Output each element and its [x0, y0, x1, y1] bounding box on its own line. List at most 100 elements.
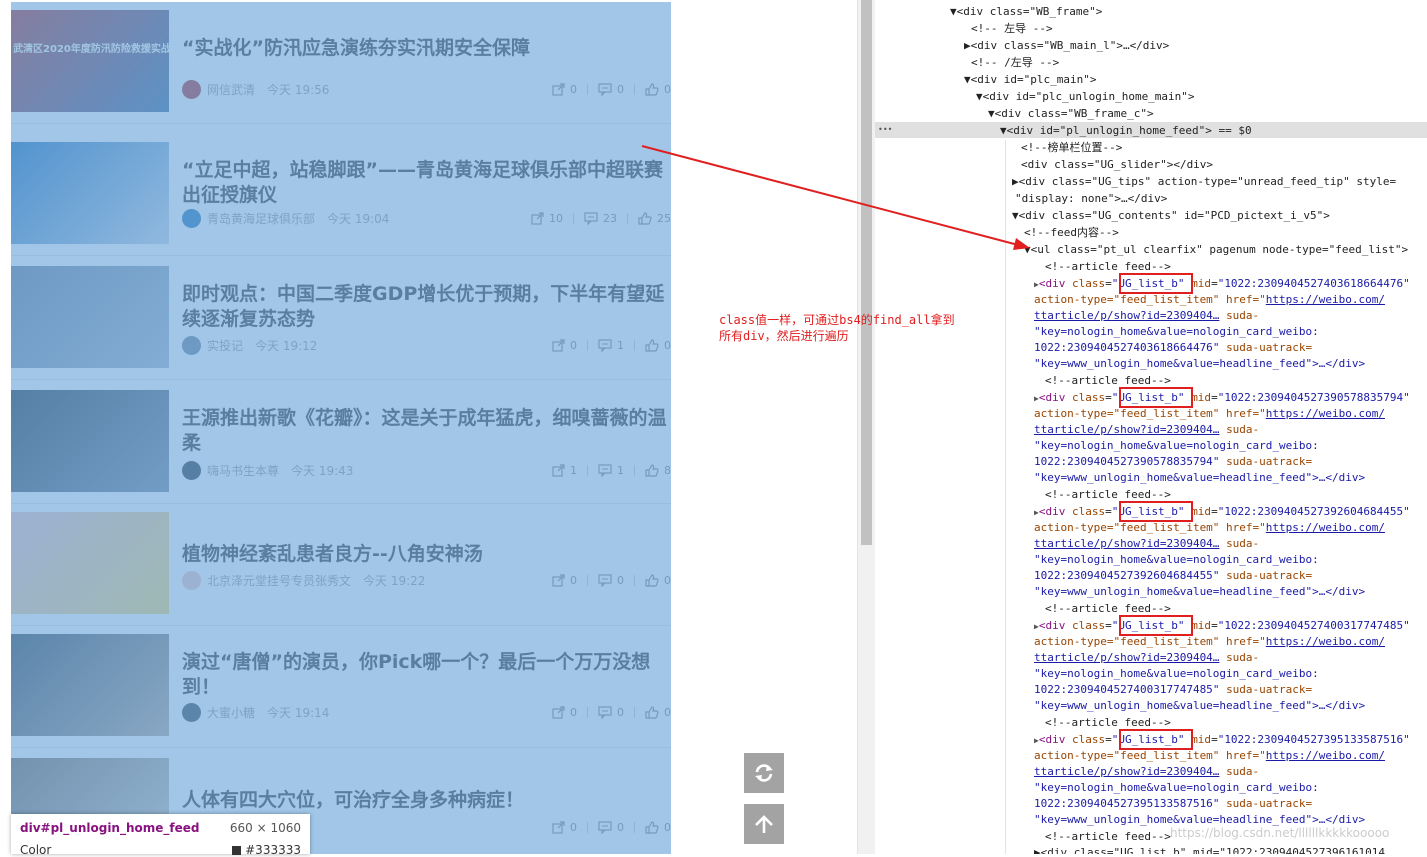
dom-line[interactable]: "key=www_unlogin_home&value=headline_fee… [1034, 584, 1365, 600]
feed-title[interactable]: 植物神经紊乱患者良方--八角安神汤 [182, 542, 668, 567]
dom-line[interactable]: action-type="feed_list_item" href="https… [1034, 520, 1385, 536]
href-link-continued[interactable]: ttarticle/p/show?id=2309404… [1034, 651, 1219, 664]
feed-item[interactable]: 王源推出新歌《花瓣》：这是关于成年猛虎，细嗅蔷薇的温柔 嗨马书生本尊 今天 19… [11, 382, 671, 504]
refresh-button[interactable] [744, 753, 784, 793]
feed-source[interactable]: 嗨马书生本尊 [207, 462, 279, 479]
dom-line[interactable]: ttarticle/p/show?id=2309404… suda- [1034, 422, 1259, 438]
back-to-top-button[interactable] [744, 804, 784, 844]
avatar[interactable] [182, 460, 201, 480]
dom-line[interactable]: <!--feed内容--> [1024, 225, 1119, 241]
dom-line[interactable]: "key=www_unlogin_home&value=headline_fee… [1034, 470, 1365, 486]
comment-button[interactable]: 23 [584, 212, 617, 225]
dom-line[interactable]: ttarticle/p/show?id=2309404… suda- [1034, 536, 1259, 552]
feed-title[interactable]: 即时观点：中国二季度GDP增长优于预期，下半年有望延续逐渐复苏态势 [182, 282, 668, 332]
href-link[interactable]: https://weibo.com/ [1266, 407, 1385, 420]
dom-line[interactable]: <!-- /左导 --> [971, 55, 1059, 71]
dom-line[interactable]: ▼<div class="WB_frame"> [950, 4, 1102, 20]
like-button[interactable]: 0 [645, 574, 671, 587]
dom-line[interactable]: ▼<ul class="pt_ul clearfix" pagenum node… [1024, 242, 1408, 258]
dom-line[interactable]: "key=nologin_home&value=nologin_card_wei… [1034, 438, 1319, 454]
dom-line[interactable]: "key=www_unlogin_home&value=headline_fee… [1034, 356, 1365, 372]
feed-title[interactable]: 王源推出新歌《花瓣》：这是关于成年猛虎，细嗅蔷薇的温柔 [182, 406, 668, 456]
feed-thumbnail[interactable] [11, 10, 169, 112]
dom-line[interactable]: "key=www_unlogin_home&value=headline_fee… [1034, 698, 1365, 714]
share-button[interactable]: 0 [552, 706, 577, 719]
feed-source[interactable]: 大蜜小糖 [207, 704, 255, 721]
dom-line[interactable]: 1022:2309404527403618664476" suda-uatrac… [1034, 340, 1312, 356]
share-button[interactable]: 10 [531, 212, 563, 225]
dom-line[interactable]: ▼<div id="pl_unlogin_home_feed"> == $0 [1000, 123, 1252, 139]
dom-line[interactable]: ▼<div id="plc_unlogin_home_main"> [976, 89, 1195, 105]
feed-source[interactable]: 青岛黄海足球俱乐部 [207, 210, 315, 227]
like-button[interactable]: 0 [645, 83, 671, 96]
like-button[interactable]: 0 [645, 706, 671, 719]
dom-line[interactable]: "key=nologin_home&value=nologin_card_wei… [1034, 780, 1319, 796]
like-button[interactable]: 0 [645, 339, 671, 352]
feed-item[interactable]: 即时观点：中国二季度GDP增长优于预期，下半年有望延续逐渐复苏态势 实投记 今天… [11, 258, 671, 380]
scrollbar-thumb[interactable] [861, 0, 872, 545]
like-button[interactable]: 0 [645, 821, 671, 834]
dom-line[interactable]: ttarticle/p/show?id=2309404… suda- [1034, 764, 1259, 780]
href-link-continued[interactable]: ttarticle/p/show?id=2309404… [1034, 423, 1219, 436]
dom-line[interactable]: "display: none">…</div> [1015, 191, 1167, 207]
href-link-continued[interactable]: ttarticle/p/show?id=2309404… [1034, 309, 1219, 322]
feed-thumbnail[interactable] [11, 142, 169, 244]
dom-line[interactable]: action-type="feed_list_item" href="https… [1034, 406, 1385, 422]
page-scrollbar[interactable] [857, 0, 875, 854]
href-link[interactable]: https://weibo.com/ [1266, 635, 1385, 648]
share-button[interactable]: 0 [552, 821, 577, 834]
dom-line[interactable]: ▶<div class="UG_list_b" mid="1022:230940… [1034, 276, 1410, 292]
share-button[interactable]: 0 [552, 83, 577, 96]
comment-button[interactable]: 0 [598, 706, 624, 719]
feed-title[interactable]: “立足中超，站稳脚跟”——青岛黄海足球俱乐部中超联赛出征授旗仪 [182, 158, 668, 208]
dom-line[interactable]: 1022:2309404527400317747485" suda-uatrac… [1034, 682, 1312, 698]
dom-line[interactable]: <div class="UG_slider"></div> [1021, 157, 1213, 173]
dom-line[interactable]: <!--榜单栏位置--> [1021, 140, 1122, 156]
feed-source[interactable]: 实投记 [207, 337, 243, 354]
share-button[interactable]: 0 [552, 574, 577, 587]
avatar[interactable] [182, 570, 201, 590]
dom-comment[interactable]: <!--article feed--> [1045, 829, 1171, 845]
dom-line[interactable]: "key=nologin_home&value=nologin_card_wei… [1034, 552, 1319, 568]
href-link[interactable]: https://weibo.com/ [1266, 521, 1385, 534]
dom-line[interactable]: 1022:2309404527392604684455" suda-uatrac… [1034, 568, 1312, 584]
share-button[interactable]: 1 [552, 464, 577, 477]
dom-line[interactable]: ▼<div class="UG_contents" id="PCD_pictex… [1012, 208, 1330, 224]
dom-line[interactable]: ttarticle/p/show?id=2309404… suda- [1034, 308, 1259, 324]
feed-item[interactable]: “立足中超，站稳脚跟”——青岛黄海足球俱乐部中超联赛出征授旗仪 青岛黄海足球俱乐… [11, 134, 671, 256]
feed-title[interactable]: “实战化”防汛应急演练夯实汛期安全保障 [182, 36, 668, 61]
avatar[interactable] [182, 702, 201, 722]
href-link-continued[interactable]: ttarticle/p/show?id=2309404… [1034, 765, 1219, 778]
dom-line[interactable]: ▼<div class="WB_frame_c"> [988, 106, 1154, 122]
dom-line[interactable]: ▶<div class="UG_list_b" mid="1022:230940… [1034, 618, 1410, 634]
href-link-continued[interactable]: ttarticle/p/show?id=2309404… [1034, 537, 1219, 550]
dom-line[interactable]: ▶<div class="UG_list_b" mid="1022:230940… [1034, 845, 1385, 854]
dom-line[interactable]: ▶<div class="UG_list_b" mid="1022:230940… [1034, 504, 1410, 520]
feed-thumbnail[interactable] [11, 390, 169, 492]
feed-thumbnail[interactable] [11, 266, 169, 368]
avatar[interactable] [182, 335, 201, 355]
feed-thumbnail[interactable] [11, 634, 169, 736]
dom-line[interactable]: ▼<div id="plc_main"> [964, 72, 1096, 88]
feed-item[interactable]: 植物神经紊乱患者良方--八角安神汤 北京泽元堂挂号专员张秀文 今天 19:22 … [11, 504, 671, 626]
feed-source[interactable]: 北京泽元堂挂号专员张秀文 [207, 572, 351, 589]
href-link[interactable]: https://weibo.com/ [1266, 293, 1385, 306]
comment-button[interactable]: 1 [598, 339, 624, 352]
like-button[interactable]: 25 [638, 212, 671, 225]
dom-line[interactable]: action-type="feed_list_item" href="https… [1034, 292, 1385, 308]
dom-line[interactable]: ▶<div class="UG_tips" action-type="unrea… [1012, 174, 1396, 190]
avatar[interactable] [182, 79, 201, 99]
feed-item[interactable]: “实战化”防汛应急演练夯实汛期安全保障 网信武清 今天 19:56 0 0 0 [11, 2, 671, 124]
share-button[interactable]: 0 [552, 339, 577, 352]
feed-title[interactable]: 人体有四大穴位，可治疗全身多种病症！ [182, 788, 668, 813]
dom-line[interactable]: action-type="feed_list_item" href="https… [1034, 748, 1385, 764]
feed-title[interactable]: 演过“唐僧”的演员，你Pick哪一个？最后一个万万没想到！ [182, 650, 668, 700]
dom-line[interactable]: ▶<div class="UG_list_b" mid="1022:230940… [1034, 390, 1410, 406]
comment-button[interactable]: 0 [598, 574, 624, 587]
dom-line[interactable]: "key=nologin_home&value=nologin_card_wei… [1034, 666, 1319, 682]
feed-source[interactable]: 网信武清 [207, 81, 255, 98]
feed-item[interactable]: 演过“唐僧”的演员，你Pick哪一个？最后一个万万没想到！ 大蜜小糖 今天 19… [11, 626, 671, 748]
comment-button[interactable]: 0 [598, 821, 624, 834]
dom-line[interactable]: ttarticle/p/show?id=2309404… suda- [1034, 650, 1259, 666]
comment-button[interactable]: 0 [598, 83, 624, 96]
